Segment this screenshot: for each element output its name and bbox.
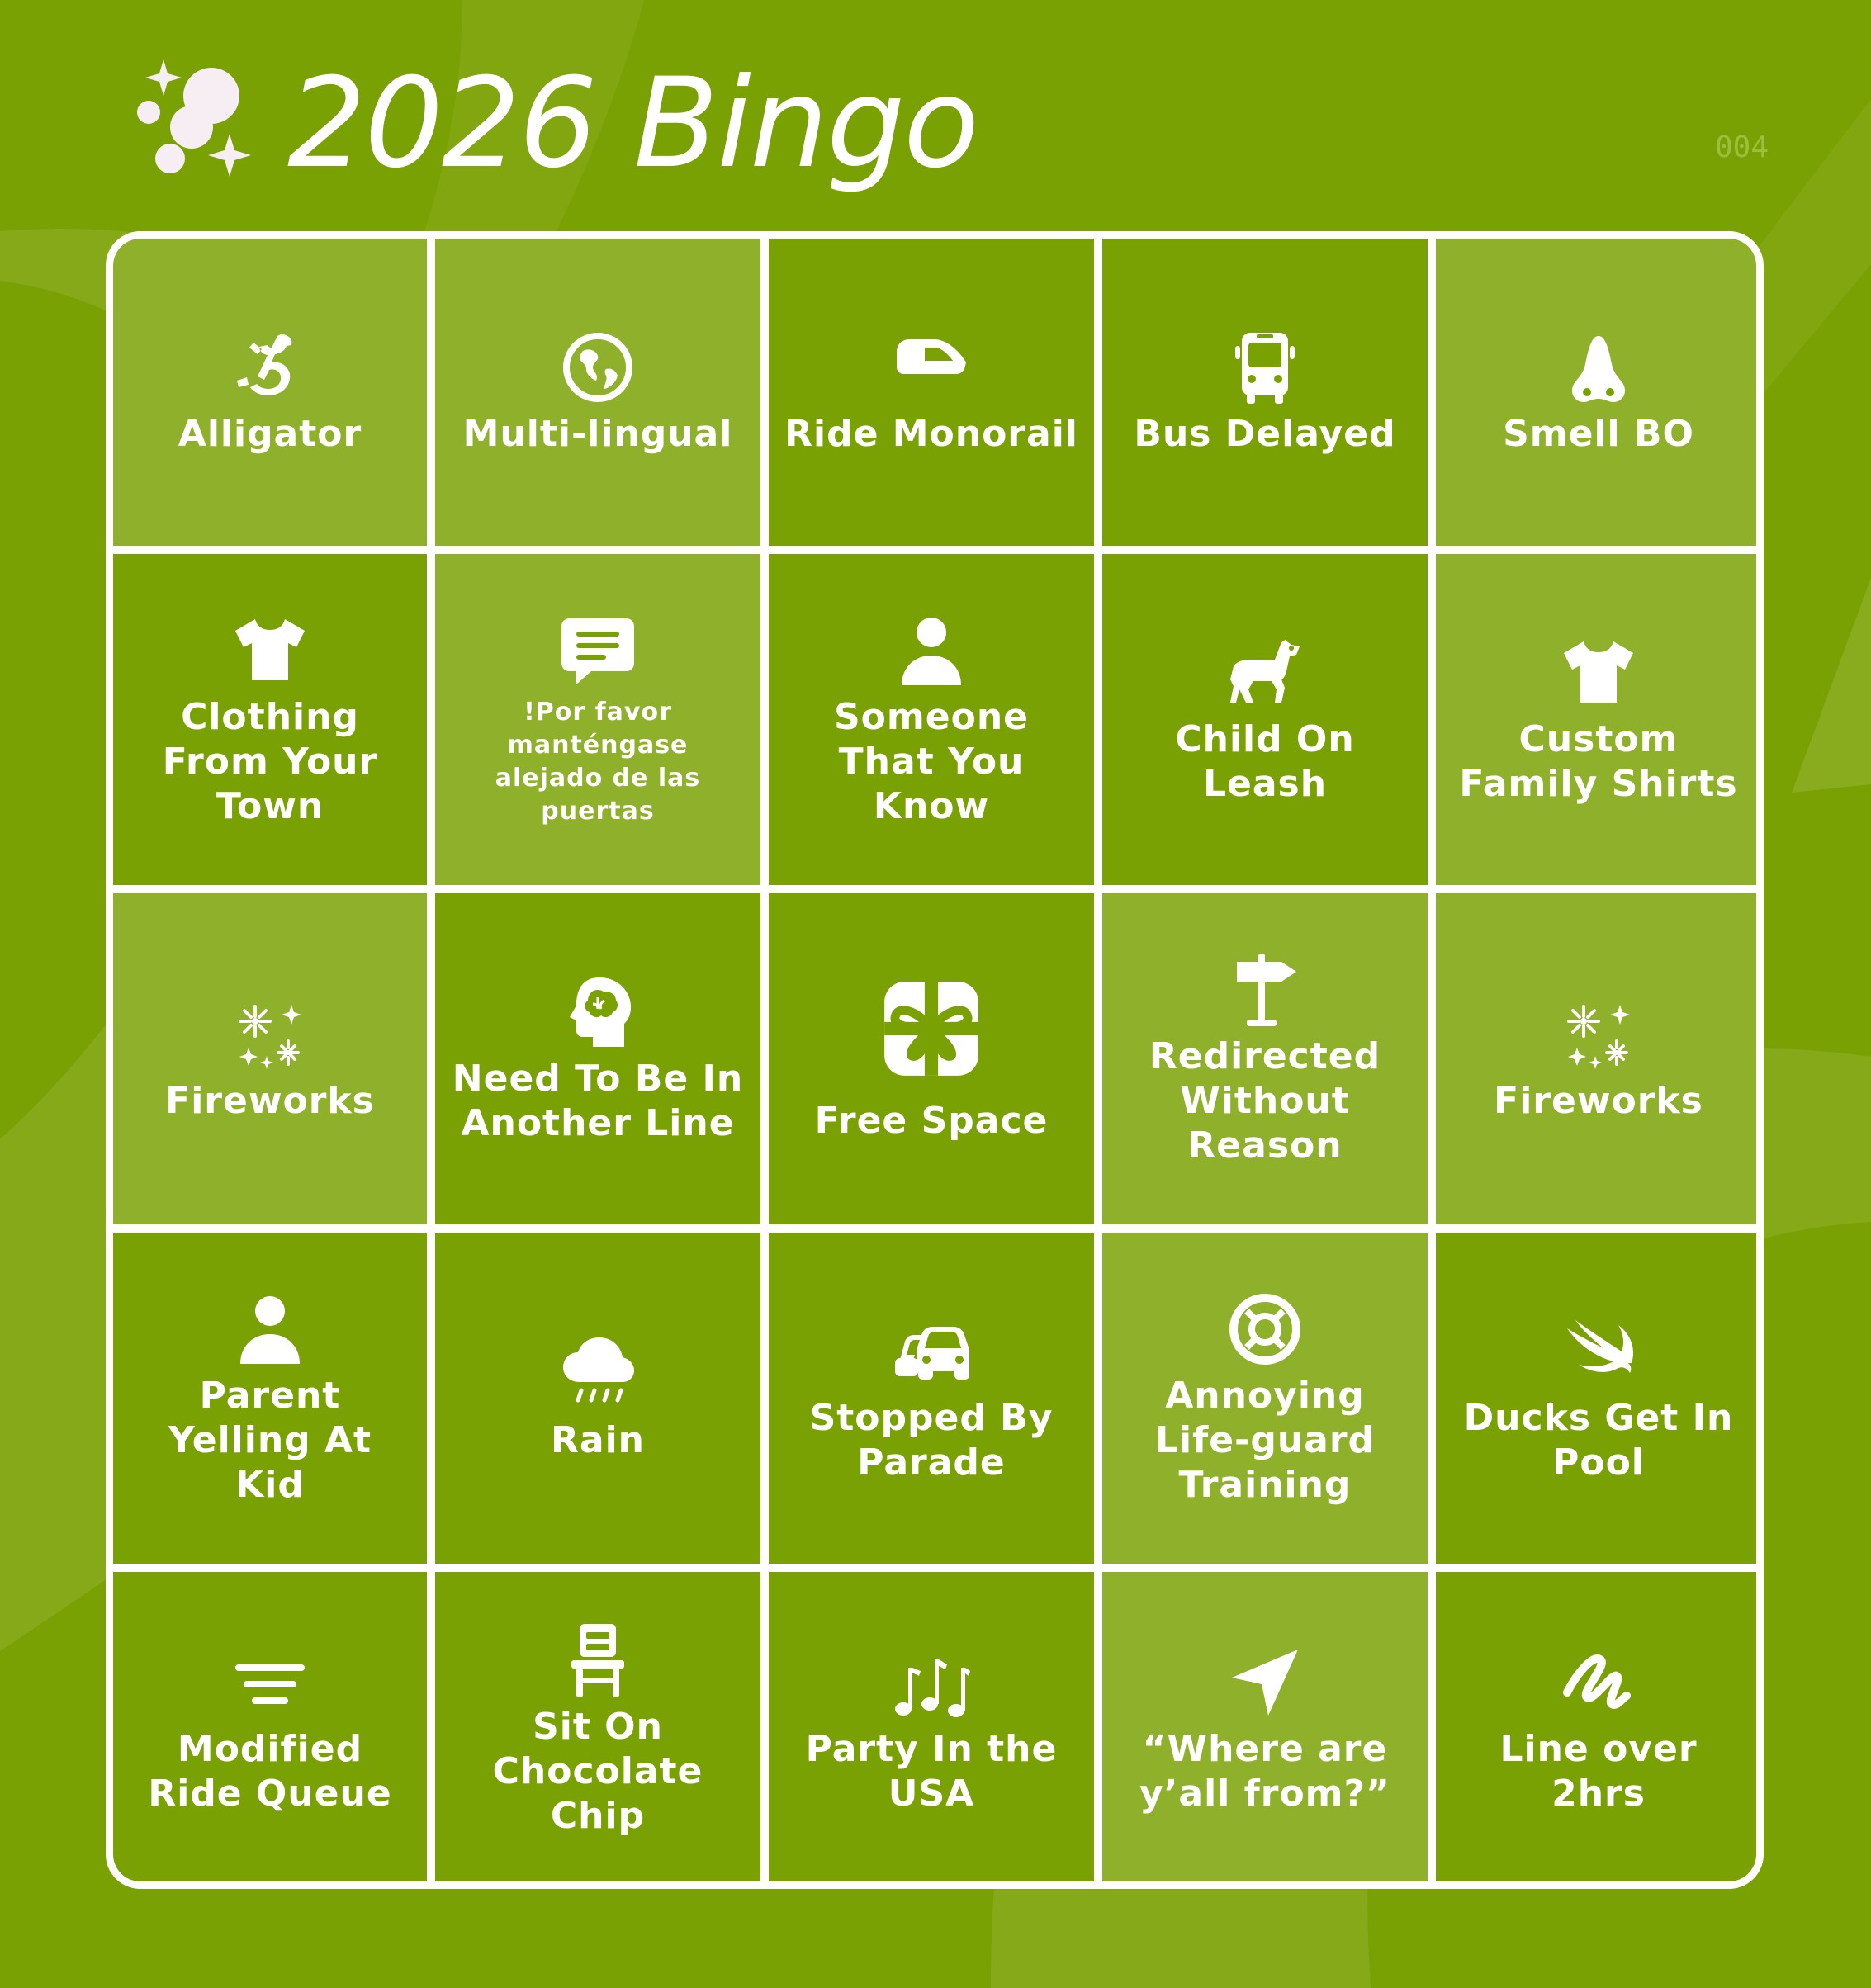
bus-icon <box>1235 333 1295 404</box>
bingo-cell-label: Need To Be In Another Line <box>452 1057 744 1144</box>
bingo-cell[interactable]: Redirected Without Reason <box>1102 893 1428 1224</box>
bingo-cell[interactable]: Annoying Life-guard Training <box>1102 1233 1428 1564</box>
bingo-cell-label: Free Space <box>814 1099 1049 1142</box>
bingo-cell-label: Alligator <box>178 413 362 455</box>
bingo-cell-label: Ride Monorail <box>784 413 1078 455</box>
bingo-cell[interactable]: Smell BO <box>1436 239 1756 546</box>
head-brain-icon <box>570 977 631 1047</box>
chair-icon <box>571 1623 624 1697</box>
page-title: 2026 Bingo <box>287 52 979 196</box>
bingo-cell[interactable]: Need To Be In Another Line <box>435 893 760 1224</box>
bingo-cell[interactable]: Clothing From Your Town <box>113 554 427 885</box>
bingo-cell-label: Smell BO <box>1503 413 1694 455</box>
bingo-cell[interactable]: Parent Yelling At Kid <box>113 1233 427 1564</box>
bingo-cell[interactable]: “Where are y’all from?” <box>1102 1572 1428 1882</box>
tshirt-icon <box>235 618 305 680</box>
bingo-cell[interactable]: Custom Family Shirts <box>1436 554 1756 885</box>
bird-icon <box>1567 1319 1634 1373</box>
tshirt-icon <box>1564 641 1633 703</box>
train-icon <box>897 339 966 374</box>
fireworks-icon <box>239 1004 301 1069</box>
bingo-cell-label: Rain <box>551 1418 645 1461</box>
lizard-icon <box>237 334 292 395</box>
bingo-cell-label: “Where are y’all from?” <box>1139 1727 1390 1815</box>
sparkle-bubbles-icon <box>137 59 251 177</box>
signpost-icon <box>1237 953 1296 1026</box>
bingo-cell-label: Ducks Get In Pool <box>1463 1396 1734 1484</box>
bingo-cell[interactable]: Fireworks <box>113 893 427 1224</box>
bingo-cell-label: Party In the USA <box>805 1727 1058 1815</box>
dog-icon <box>1230 639 1300 703</box>
bingo-board: Alligator Multi-lingual Ride Monorail Bus D… <box>106 231 1764 1889</box>
bingo-cell-label: !Por favor manténgase alejado de las pue… <box>495 697 701 826</box>
bingo-cell[interactable]: Ride Monorail <box>769 239 1094 546</box>
bingo-cell[interactable]: !Por favor manténgase alejado de las pue… <box>435 554 760 885</box>
bingo-cell[interactable]: Sit On Chocolate Chip <box>435 1572 760 1882</box>
bingo-cell[interactable]: Alligator <box>113 239 427 546</box>
bingo-cell[interactable]: Fireworks <box>1436 893 1756 1224</box>
bingo-cell[interactable]: Stopped By Parade <box>769 1233 1094 1564</box>
bingo-cell-label: Custom Family Shirts <box>1459 717 1738 805</box>
bingo-cell-label: Someone That You Know <box>833 695 1029 827</box>
bingo-cell-label: Annoying Life-guard Training <box>1154 1374 1376 1506</box>
bingo-cell[interactable]: Ducks Get In Pool <box>1436 1233 1756 1564</box>
cloud-rain-icon <box>563 1337 634 1402</box>
bingo-cell[interactable]: Party In the USA <box>769 1572 1094 1882</box>
bingo-cell-label: Clothing From Your Town <box>162 695 378 827</box>
bingo-cell-label: Bus Delayed <box>1134 413 1396 455</box>
bingo-cell-label: Multi-lingual <box>462 413 733 455</box>
location-arrow-icon <box>1232 1649 1298 1716</box>
bingo-cell-label: Fireworks <box>165 1079 375 1122</box>
bingo-cell[interactable]: Free Space <box>769 893 1094 1224</box>
card-number: 004 <box>1714 130 1769 164</box>
bingo-cell-label: Fireworks <box>1494 1079 1703 1122</box>
bingo-cell-label: Parent Yelling At Kid <box>168 1374 372 1506</box>
bingo-cell[interactable]: Line over 2hrs <box>1436 1572 1756 1882</box>
bingo-card: 2026 Bingo 004 Alligator Multi-lingual Rid… <box>0 0 1871 1988</box>
fireworks-icon <box>1567 1004 1630 1069</box>
bingo-cell-label: Sit On Chocolate Chip <box>492 1705 703 1837</box>
lifebuoy-icon <box>1229 1293 1300 1365</box>
bingo-cell-label: Stopped By Parade <box>809 1396 1054 1484</box>
bingo-cell-label: Redirected Without Reason <box>1149 1034 1381 1167</box>
person-icon <box>240 1295 300 1364</box>
bingo-cell[interactable]: Bus Delayed <box>1102 239 1428 546</box>
bingo-cell-label: Modified Ride Queue <box>148 1727 392 1815</box>
bingo-cell[interactable]: Modified Ride Queue <box>113 1572 427 1882</box>
bingo-cell[interactable]: Rain <box>435 1233 760 1564</box>
lines-icon <box>235 1664 305 1704</box>
bingo-cell[interactable]: Someone That You Know <box>769 554 1094 885</box>
music-notes-icon <box>895 1659 970 1717</box>
cars-icon <box>895 1326 969 1380</box>
bingo-cell[interactable]: Child On Leash <box>1102 554 1428 885</box>
globe-icon <box>563 333 632 402</box>
message-icon <box>561 618 634 684</box>
bingo-cell-label: Line over 2hrs <box>1499 1727 1698 1815</box>
bingo-cell-label: Child On Leash <box>1175 717 1355 805</box>
gift-icon <box>884 981 978 1076</box>
bingo-cell[interactable]: Multi-lingual <box>435 239 760 546</box>
nose-icon <box>1572 336 1625 402</box>
person-icon <box>902 617 961 685</box>
squiggle-icon <box>1563 1654 1631 1709</box>
